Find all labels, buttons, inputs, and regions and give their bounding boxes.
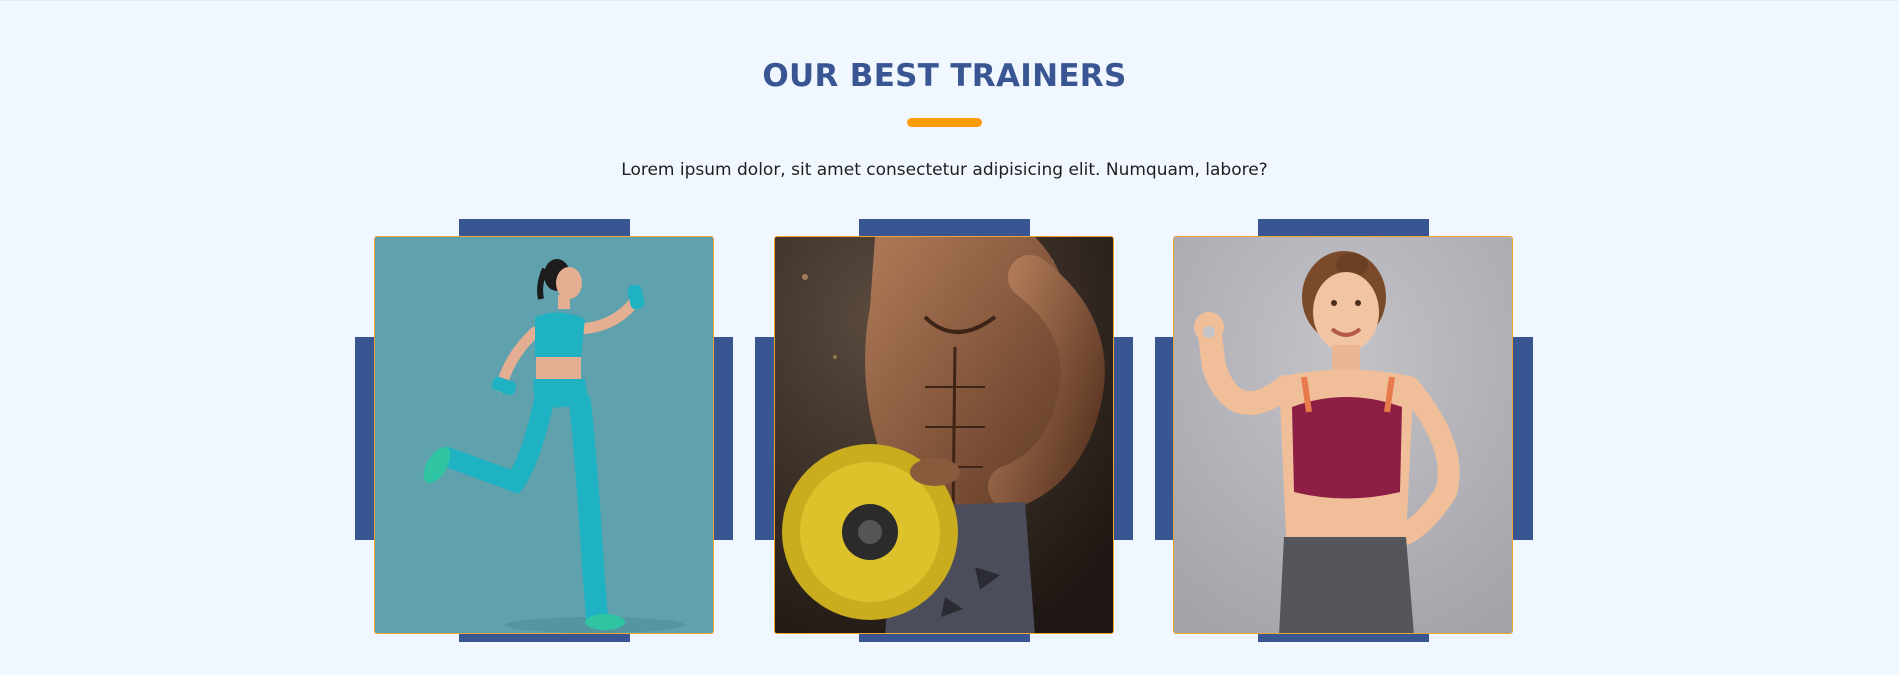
frame-bar-left bbox=[1155, 337, 1175, 540]
frame-bar-left bbox=[755, 337, 775, 540]
frame-bar-bottom bbox=[1258, 633, 1429, 642]
trainer-photo-2[interactable] bbox=[774, 236, 1114, 634]
section-subtitle: Lorem ipsum dolor, sit amet consectetur … bbox=[621, 160, 1268, 180]
frame-bar-top bbox=[459, 219, 630, 237]
frame-bar-left bbox=[355, 337, 375, 540]
frame-bar-right bbox=[713, 337, 733, 540]
frame-bar-right bbox=[1113, 337, 1133, 540]
frame-bar-bottom bbox=[859, 633, 1030, 642]
frame-bar-top bbox=[859, 219, 1030, 237]
frame-bar-right bbox=[1513, 337, 1533, 540]
frame-bar-bottom bbox=[459, 633, 630, 642]
trainer-photo-1[interactable] bbox=[374, 236, 714, 634]
top-divider bbox=[0, 0, 1899, 1]
trainer-photo-3[interactable] bbox=[1173, 236, 1513, 634]
section-title: OUR BEST TRAINERS bbox=[762, 58, 1127, 94]
frame-bar-top bbox=[1258, 219, 1429, 237]
title-underline bbox=[907, 118, 982, 127]
